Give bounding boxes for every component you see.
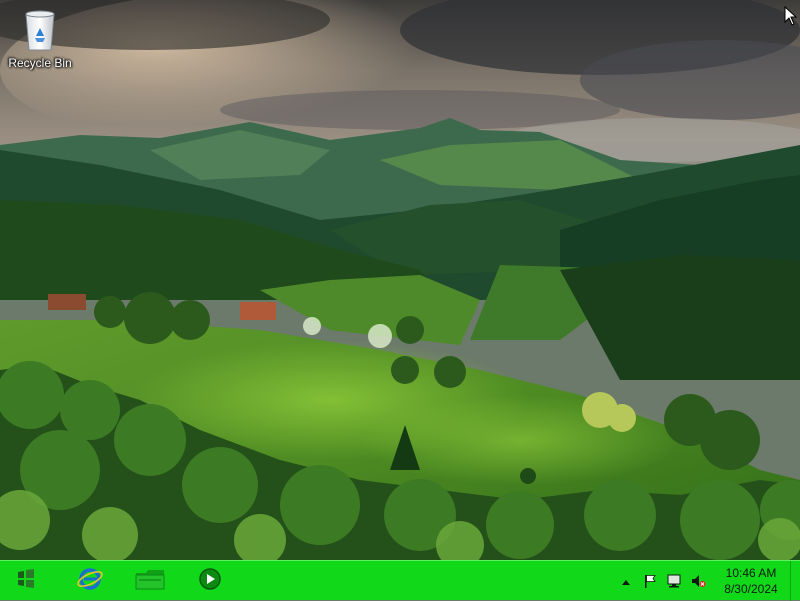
clock-time: 10:46 AM <box>725 566 777 580</box>
taskbar-clock[interactable]: 10:46 AM 8/30/2024 <box>716 565 786 597</box>
desktop-wallpaper <box>0 0 800 560</box>
start-button[interactable] <box>4 564 48 598</box>
clock-date: 8/30/2024 <box>724 582 778 596</box>
volume-muted-icon[interactable] <box>690 573 706 589</box>
taskbar: 10:46 AM 8/30/2024 <box>0 560 800 601</box>
show-hidden-icons-button[interactable] <box>618 574 634 590</box>
internet-explorer-button[interactable] <box>68 564 112 598</box>
action-center-flag-icon[interactable] <box>642 573 658 589</box>
windows-logo-icon <box>12 565 40 598</box>
media-player-icon <box>197 566 223 597</box>
file-explorer-button[interactable] <box>128 564 172 598</box>
desktop-icon-recycle-bin[interactable]: Recycle Bin <box>4 6 76 76</box>
recycle-bin-icon <box>18 6 62 54</box>
show-desktop-button[interactable] <box>790 561 800 601</box>
media-player-button[interactable] <box>188 564 232 598</box>
internet-explorer-icon <box>76 565 104 598</box>
mouse-pointer-icon <box>784 5 798 26</box>
network-icon[interactable] <box>666 573 682 589</box>
folder-icon <box>134 565 166 598</box>
system-tray: 10:46 AM 8/30/2024 <box>600 561 800 601</box>
chevron-up-icon <box>622 580 630 585</box>
recycle-bin-label: Recycle Bin <box>8 56 72 70</box>
